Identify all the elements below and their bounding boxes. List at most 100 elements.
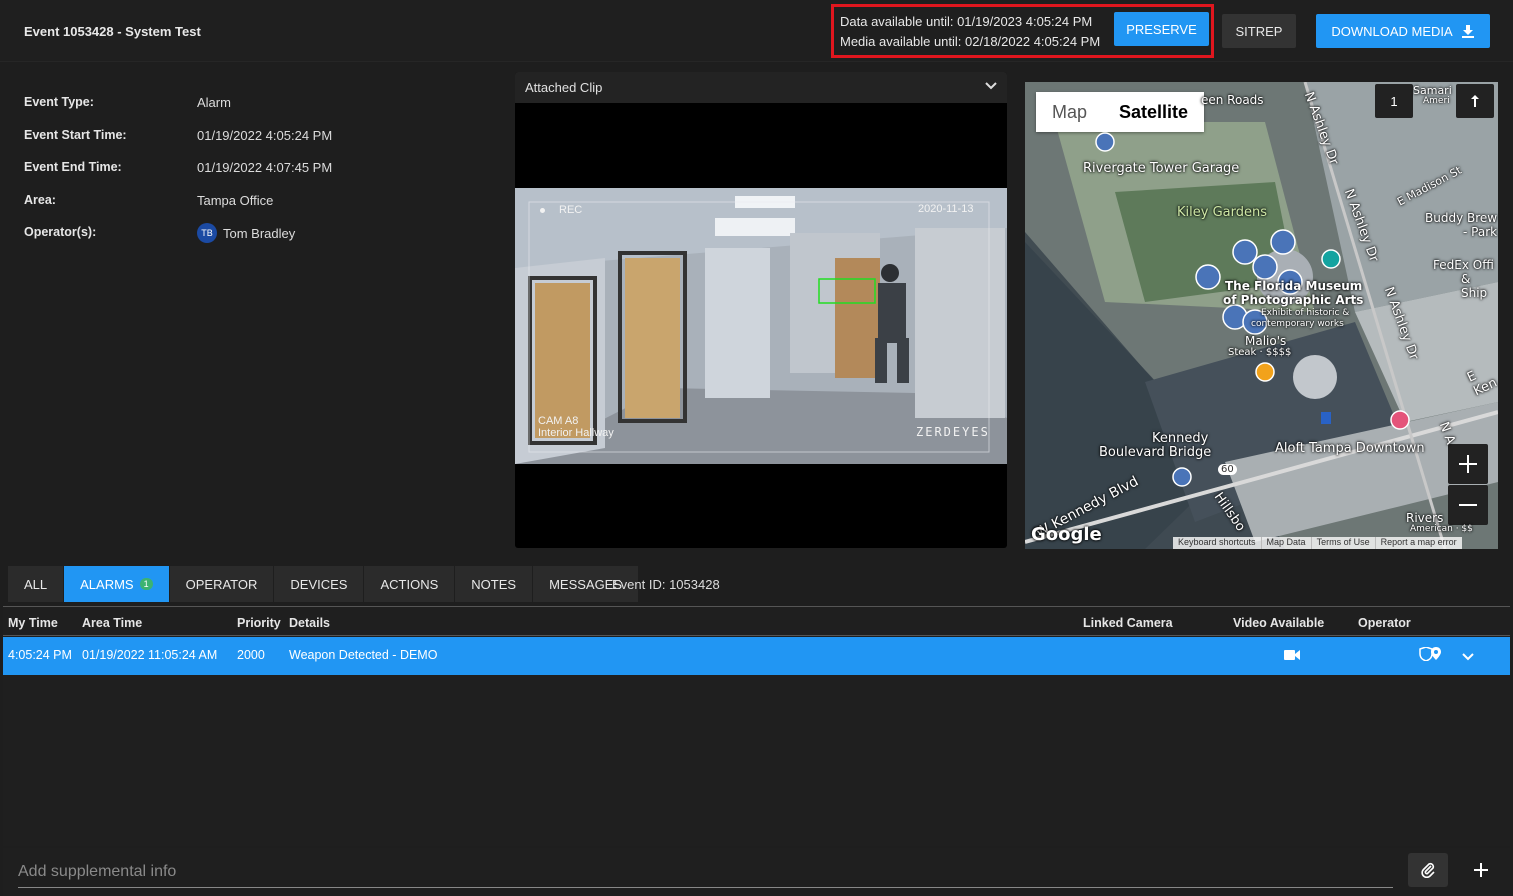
tab-alarms[interactable]: ALARMS 1 — [64, 566, 170, 602]
table-header-divider — [3, 635, 1510, 636]
tab-operator[interactable]: OPERATOR — [169, 566, 275, 602]
tab-label: ALL — [24, 576, 48, 592]
map-label: Ameri — [1423, 96, 1450, 106]
column-header-details[interactable]: Details — [289, 616, 330, 630]
supplemental-footer — [3, 848, 1510, 896]
paperclip-icon — [1421, 862, 1435, 878]
tab-devices[interactable]: DEVICES — [274, 566, 365, 602]
event-tabs: ALL ALARMS 1 OPERATOR DEVICES ACTIONS NO… — [8, 566, 640, 602]
keyboard-shortcuts-link[interactable]: Keyboard shortcuts — [1173, 537, 1261, 549]
chevron-down-icon[interactable] — [1461, 650, 1475, 664]
cell-priority: 2000 — [237, 648, 265, 662]
report-error-link[interactable]: Report a map error — [1374, 537, 1462, 549]
tab-notes[interactable]: NOTES — [455, 566, 534, 602]
alarm-count-badge: 1 — [139, 578, 153, 590]
detail-value: Tampa Office — [197, 193, 274, 208]
operator-chip[interactable]: TB Tom Bradley — [197, 223, 295, 243]
google-logo: Google — [1031, 524, 1102, 545]
detail-label: Event Type: — [24, 95, 94, 109]
column-header-my-time[interactable]: My Time — [8, 616, 58, 630]
column-header-operator[interactable]: Operator — [1358, 616, 1411, 630]
camera-name: CAM A8 — [538, 415, 579, 427]
video-watermark: ZERDEYES — [916, 425, 990, 439]
event-id-label: Event ID: 1053428 — [612, 577, 720, 592]
map-label: N A — [1435, 420, 1458, 447]
tab-label: ALARMS — [80, 576, 134, 592]
detail-label: Event End Time: — [24, 160, 122, 174]
attached-clip-panel: Attached Clip REC 2020-11-13 CAM A8 Inte… — [515, 72, 1007, 548]
supplemental-info-input[interactable] — [18, 856, 1393, 888]
chevron-down-icon[interactable] — [983, 78, 999, 94]
tab-label: ACTIONS — [380, 576, 439, 592]
map-label: Rivers — [1406, 511, 1444, 525]
table-row[interactable]: 4:05:24 PM 01/19/2022 11:05:24 AM 2000 W… — [3, 637, 1510, 675]
tab-actions[interactable]: ACTIONS — [364, 566, 456, 602]
map-labels: een Roads Samari Ameri Rivergate Tower G… — [1025, 82, 1498, 549]
map-label: Malio's — [1245, 334, 1287, 348]
map-label: - Park — [1463, 225, 1498, 239]
cell-my-time: 4:05:24 PM — [8, 648, 72, 662]
map-label: American · $$ — [1410, 524, 1473, 534]
preserve-button[interactable]: PRESERVE — [1114, 12, 1209, 46]
map-label: een Roads — [1201, 93, 1264, 107]
map-label: Buddy Brew — [1425, 211, 1498, 225]
map-label: of Photographic Arts — [1223, 293, 1364, 307]
operator-name: Tom Bradley — [223, 225, 296, 241]
map-label: Hillsbo — [1210, 490, 1249, 535]
map-label: E Madison St — [1395, 163, 1464, 209]
map-label: Aloft Tampa Downtown — [1275, 441, 1425, 456]
detail-value: 01/19/2022 4:05:24 PM — [197, 128, 333, 143]
detail-label: Event Start Time: — [24, 128, 127, 142]
media-available-text: Media available until: 02/18/2022 4:05:2… — [840, 34, 1101, 49]
rec-dot — [540, 208, 545, 213]
clip-date: 2020-11-13 — [918, 203, 974, 215]
map-label: FedEx Offi — [1433, 258, 1494, 272]
map-attribution: Keyboard shortcuts Map Data Terms of Use… — [1173, 537, 1462, 549]
tab-label: NOTES — [471, 576, 517, 592]
hallway-scene — [515, 188, 1007, 464]
plus-icon — [1474, 863, 1488, 877]
column-header-linked-camera[interactable]: Linked Camera — [1083, 616, 1173, 630]
column-header-priority[interactable]: Priority — [237, 616, 281, 630]
detail-label: Operator(s): — [24, 225, 97, 239]
detail-label: Area: — [24, 193, 56, 207]
camera-location: Interior Hallway — [538, 427, 614, 439]
map-label: E Ken — [1465, 368, 1498, 400]
attach-button[interactable] — [1408, 853, 1448, 887]
video-camera-icon[interactable] — [1284, 649, 1300, 661]
avatar: TB — [197, 223, 217, 243]
column-header-video-available[interactable]: Video Available — [1233, 616, 1324, 630]
video-frame[interactable]: REC 2020-11-13 CAM A8 Interior Hallway Z… — [515, 188, 1007, 464]
map-label: N Ashley Dr — [1300, 90, 1342, 168]
tab-label: OPERATOR — [185, 576, 258, 592]
map-label: Exhibit of historic & — [1261, 308, 1350, 318]
terms-link[interactable]: Terms of Use — [1310, 537, 1375, 549]
add-supplemental-button[interactable] — [1461, 853, 1501, 887]
attached-clip-header[interactable]: Attached Clip — [515, 72, 1007, 103]
cell-area-time: 01/19/2022 11:05:24 AM — [82, 648, 218, 662]
map-label: The Florida Museum — [1225, 279, 1363, 293]
download-icon — [1461, 25, 1474, 38]
download-media-button[interactable]: DOWNLOAD MEDIA — [1316, 14, 1490, 48]
cell-details: Weapon Detected - DEMO — [289, 648, 438, 662]
shield-location-icon[interactable] — [1418, 647, 1442, 661]
event-title: Event 1053428 - System Test — [24, 24, 201, 39]
detail-value: Alarm — [197, 95, 231, 110]
map-label: Kennedy — [1152, 431, 1209, 446]
tab-all[interactable]: ALL — [8, 566, 65, 602]
column-header-area-time[interactable]: Area Time — [82, 616, 142, 630]
data-available-text: Data available until: 01/19/2023 4:05:24… — [840, 14, 1093, 29]
map-label: contemporary works — [1251, 319, 1344, 329]
map-label: Kiley Gardens — [1177, 205, 1267, 220]
map-label: N Ashley Dr — [1340, 187, 1382, 265]
map-data-link[interactable]: Map Data — [1260, 537, 1311, 549]
sitrep-button[interactable]: SITREP — [1222, 14, 1296, 48]
attached-clip-title: Attached Clip — [525, 80, 603, 95]
rec-indicator: REC — [559, 204, 583, 216]
route-shield: 60 — [1218, 464, 1237, 475]
download-media-label: DOWNLOAD MEDIA — [1331, 23, 1453, 39]
satellite-map[interactable]: Map Satellite 1 een Roads Samari Ameri R… — [1025, 82, 1498, 549]
map-label: Rivergate Tower Garage — [1083, 161, 1240, 176]
map-label: & Ship — [1461, 272, 1488, 300]
event-header: Event 1053428 - System Test Data availab… — [0, 0, 1513, 62]
